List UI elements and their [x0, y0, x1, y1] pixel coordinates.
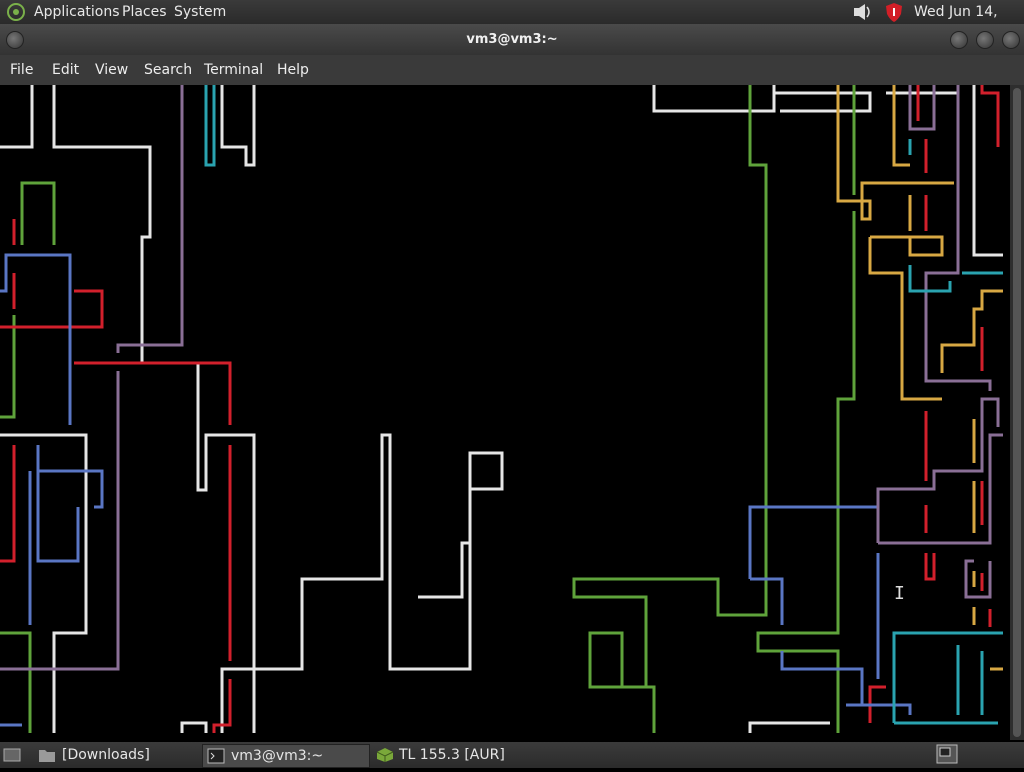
top-panel: Applications Places System Wed Jun 14, 0…: [0, 0, 1024, 44]
taskbar-label: vm3@vm3:~: [231, 748, 324, 764]
system-menu[interactable]: System: [174, 0, 226, 24]
menu-terminal[interactable]: Terminal: [204, 55, 263, 85]
show-desktop-icon[interactable]: [2, 744, 22, 766]
applications-menu[interactable]: Applications: [34, 0, 120, 24]
window-titlebar[interactable]: vm3@vm3:~: [0, 24, 1024, 55]
menu-search[interactable]: Search: [144, 55, 192, 85]
taskbar-label: TL 155.3 [AUR]: [399, 747, 505, 763]
package-icon: [376, 747, 394, 770]
shield-icon[interactable]: [884, 0, 904, 24]
menu-file[interactable]: File: [10, 55, 33, 85]
terminal-output[interactable]: I: [0, 85, 1010, 740]
clock[interactable]: Wed Jun 14, 05:14: [914, 0, 1024, 44]
folder-icon: [38, 747, 56, 770]
volume-icon[interactable]: [850, 0, 874, 24]
workspace-switcher-icon[interactable]: [936, 744, 958, 766]
close-icon[interactable]: [1002, 31, 1020, 49]
terminal-scrollbar[interactable]: [1010, 85, 1024, 740]
distro-logo-icon[interactable]: [6, 0, 26, 24]
minimize-icon[interactable]: [950, 31, 968, 49]
pipes-drawing: [0, 85, 1003, 733]
terminal-menubar: File Edit View Search Terminal Help: [0, 55, 1024, 85]
scrollbar-thumb[interactable]: [1013, 88, 1021, 737]
bottom-panel: [Downloads] vm3@vm3:~ TL 155.3 [AUR]: [0, 742, 1024, 768]
taskbar-item-tl[interactable]: TL 155.3 [AUR]: [374, 744, 544, 766]
places-menu[interactable]: Places: [122, 0, 167, 24]
menu-help[interactable]: Help: [277, 55, 309, 85]
maximize-icon[interactable]: [976, 31, 994, 49]
window-title: vm3@vm3:~: [466, 32, 558, 47]
taskbar-label: [Downloads]: [62, 747, 150, 763]
taskbar-item-terminal[interactable]: vm3@vm3:~: [202, 744, 370, 768]
menu-edit[interactable]: Edit: [52, 55, 79, 85]
text-cursor-icon: I: [894, 583, 905, 604]
taskbar-item-downloads[interactable]: [Downloads]: [36, 744, 196, 766]
menu-view[interactable]: View: [95, 55, 128, 85]
